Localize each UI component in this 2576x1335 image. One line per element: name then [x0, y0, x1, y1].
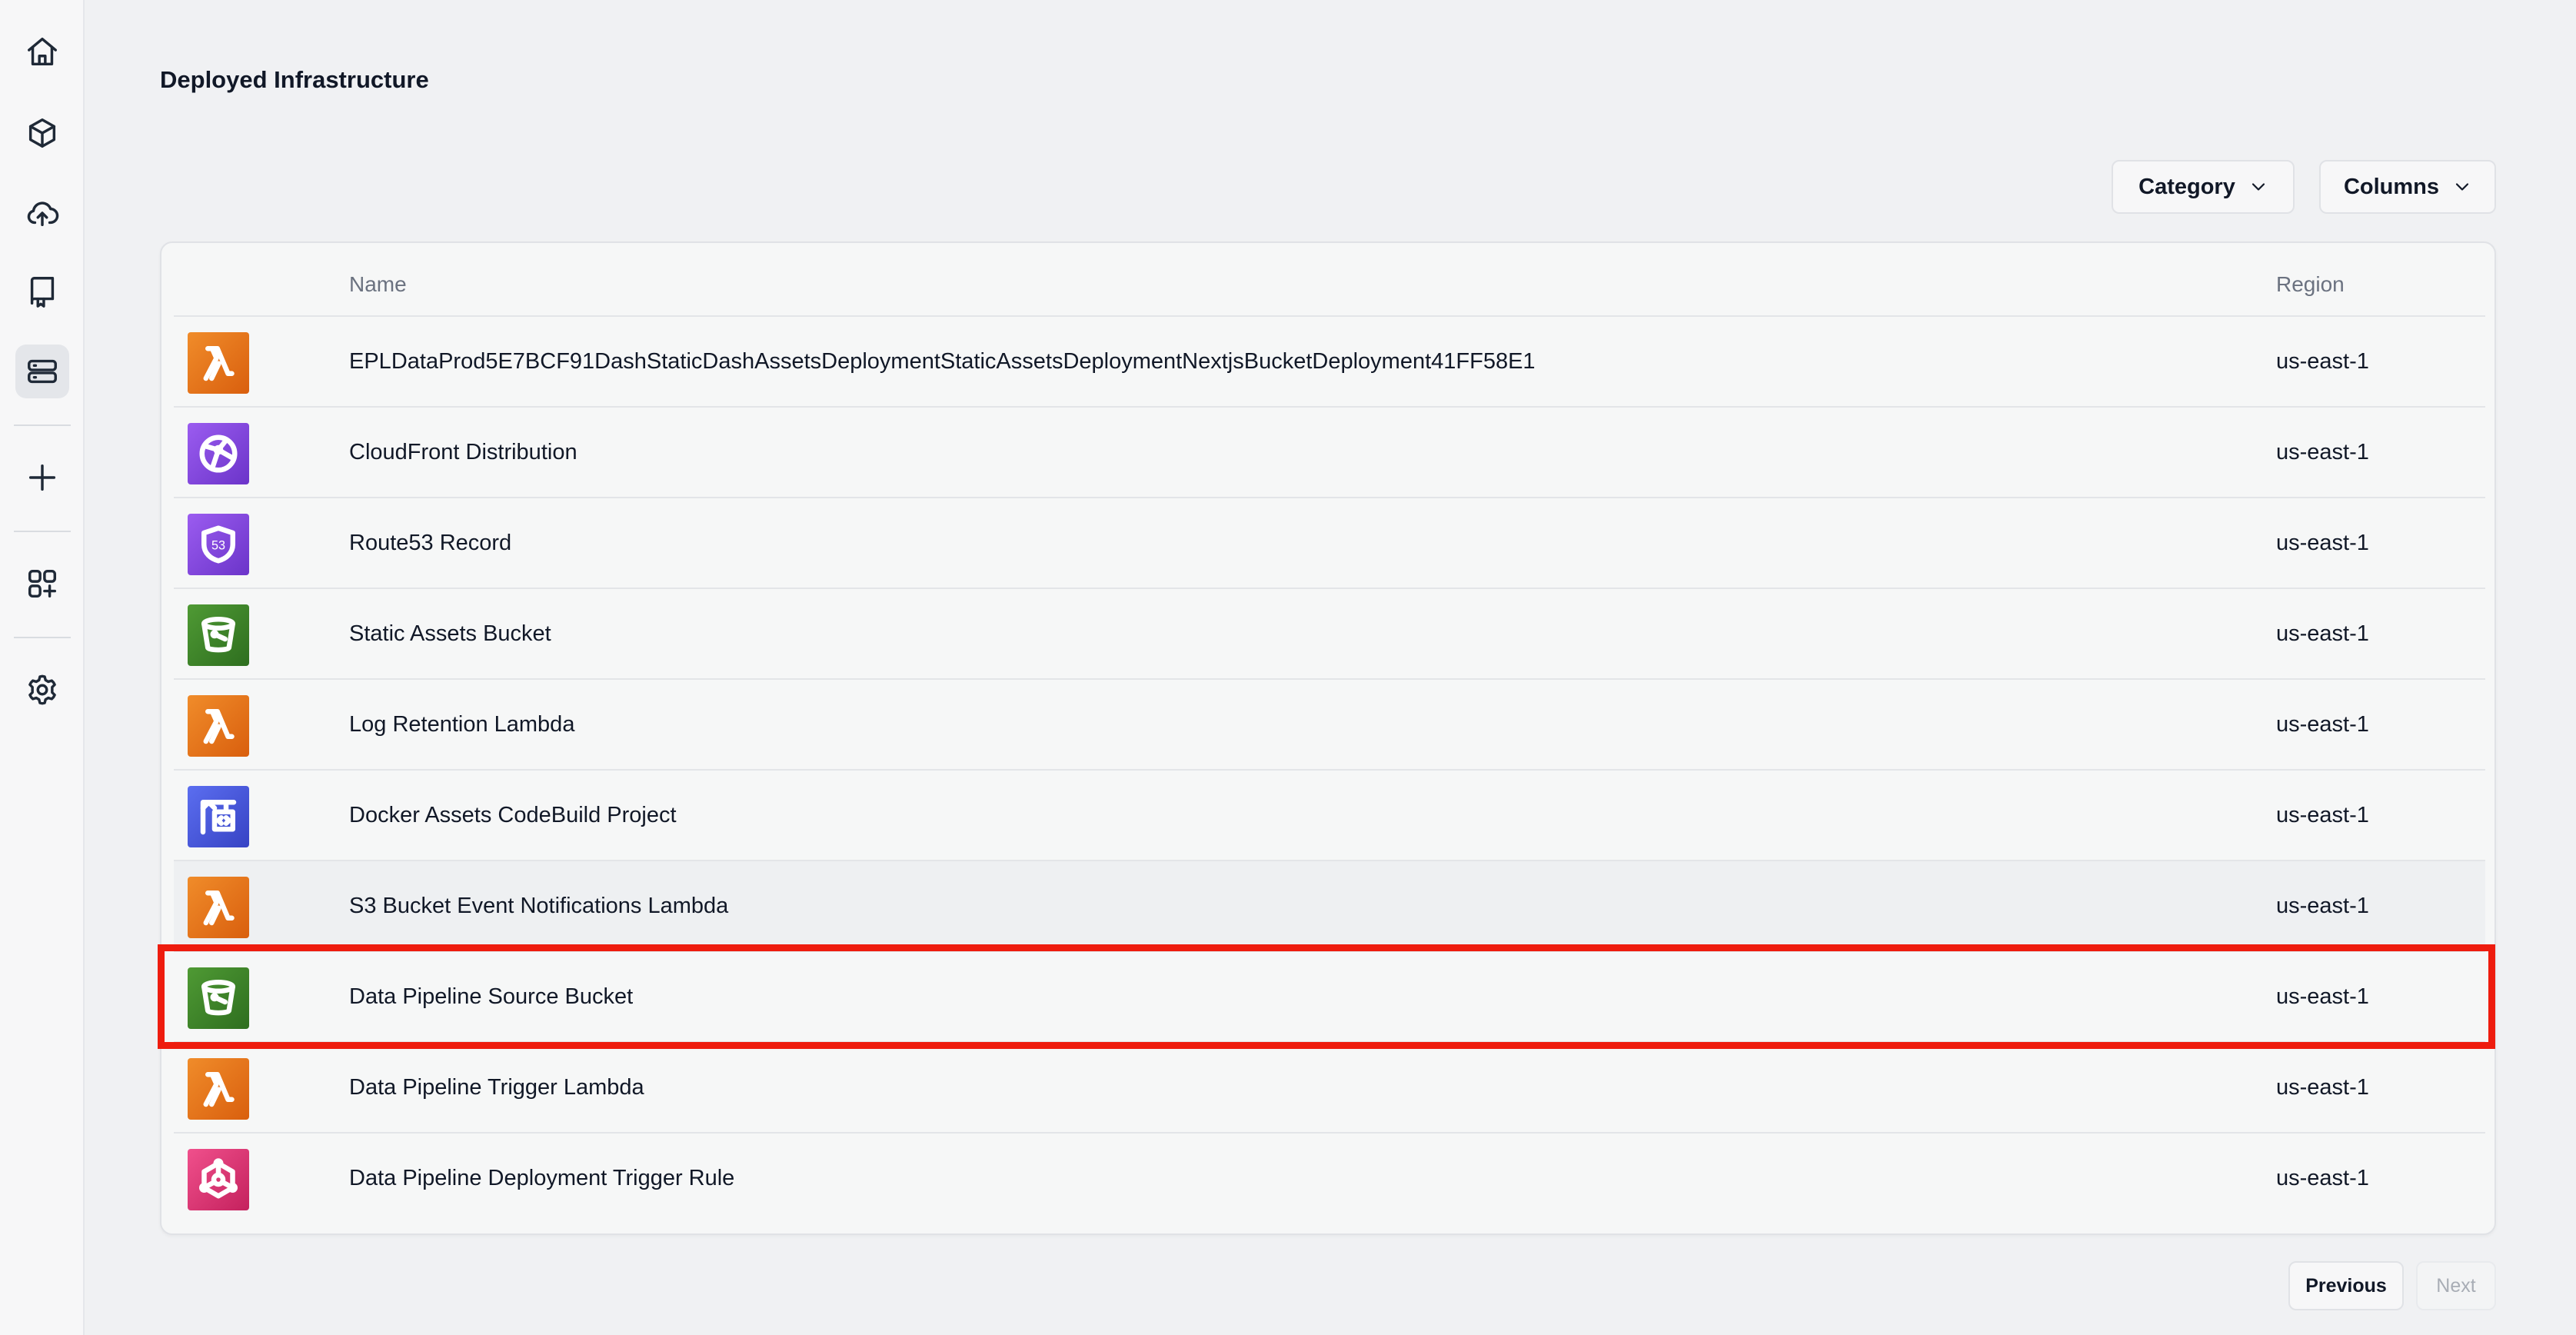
sidebar-item-settings[interactable] [15, 663, 69, 717]
resource-region: us-east-1 [2276, 712, 2369, 737]
resource-name: Data Pipeline Deployment Trigger Rule [349, 1166, 735, 1190]
table-row[interactable]: S3 Bucket Event Notifications Lambda us-… [174, 861, 2485, 952]
table-row[interactable]: Docker Assets CodeBuild Project us-east-… [174, 771, 2485, 861]
resource-region: us-east-1 [2276, 894, 2369, 918]
aws-s3-bucket-icon [188, 967, 249, 1029]
sidebar-item-docs[interactable] [15, 265, 69, 318]
home-icon [28, 37, 57, 66]
table-row[interactable]: EPLDataProd5E7BCF91DashStaticDashAssetsD… [174, 317, 2485, 408]
column-header-name[interactable]: Name [349, 272, 407, 297]
table-row-highlighted[interactable]: Data Pipeline Source Bucket us-east-1 [174, 952, 2485, 1043]
sidebar-divider [14, 424, 71, 426]
category-filter-button[interactable]: Category [2112, 160, 2295, 214]
sidebar-divider [14, 531, 71, 532]
resource-name: Static Assets Bucket [349, 621, 551, 646]
resource-region: us-east-1 [2276, 531, 2369, 555]
resource-region: us-east-1 [2276, 349, 2369, 374]
columns-button[interactable]: Columns [2319, 160, 2496, 214]
bookmark-book-icon [30, 277, 55, 308]
table-row[interactable]: Static Assets Bucket us-east-1 [174, 589, 2485, 680]
apps-add-icon [28, 569, 57, 598]
aws-s3-bucket-icon [188, 604, 249, 666]
resources-table: Name Region EPLDataProd5E7BCF91DashStati… [160, 241, 2496, 1235]
aws-eventbridge-icon [188, 1149, 249, 1210]
resource-name: EPLDataProd5E7BCF91DashStaticDashAssetsD… [349, 349, 1536, 374]
resource-region: us-east-1 [2276, 803, 2369, 827]
resource-region: us-east-1 [2276, 440, 2369, 464]
aws-lambda-icon [188, 695, 249, 757]
category-filter-label: Category [2138, 174, 2235, 199]
sidebar-item-add[interactable] [15, 451, 69, 504]
next-page-button[interactable]: Next [2416, 1261, 2496, 1310]
app-window: Deployed Infrastructure Category Columns… [0, 0, 2576, 1335]
page-title: Deployed Infrastructure [160, 66, 429, 93]
previous-page-button[interactable]: Previous [2288, 1261, 2404, 1310]
aws-cloudfront-icon [188, 423, 249, 484]
aws-lambda-icon [188, 332, 249, 394]
gear-icon [28, 674, 56, 705]
table-header: Name Region [174, 243, 2485, 317]
resource-region: us-east-1 [2276, 1075, 2369, 1100]
aws-lambda-icon [188, 877, 249, 938]
sidebar-item-packages[interactable] [15, 106, 69, 160]
cube-icon [28, 118, 56, 148]
cloud-upload-icon [27, 201, 59, 227]
resource-region: us-east-1 [2276, 1166, 2369, 1190]
resource-name: CloudFront Distribution [349, 440, 577, 464]
table-row[interactable]: Data Pipeline Trigger Lambda us-east-1 [174, 1043, 2485, 1134]
resource-name: Data Pipeline Trigger Lambda [349, 1075, 644, 1100]
resource-name: Data Pipeline Source Bucket [349, 984, 634, 1009]
resource-name: Log Retention Lambda [349, 712, 575, 737]
database-icon [28, 359, 57, 384]
table-row[interactable]: CloudFront Distribution us-east-1 [174, 408, 2485, 498]
sidebar-item-deploy[interactable] [15, 186, 69, 240]
sidebar-item-integrations[interactable] [15, 557, 69, 611]
table-row[interactable]: Data Pipeline Deployment Trigger Rule us… [174, 1134, 2485, 1224]
resource-name: Route53 Record [349, 531, 512, 555]
chevron-down-icon [2455, 183, 2469, 191]
resource-region: us-east-1 [2276, 984, 2369, 1009]
sidebar-divider [14, 637, 71, 638]
aws-codebuild-icon [188, 786, 249, 847]
aws-lambda-icon [188, 1058, 249, 1120]
route53-icon-text: 53 [211, 538, 225, 552]
table-row[interactable]: 53 Route53 Record us-east-1 [174, 498, 2485, 589]
aws-route53-icon: 53 [188, 514, 249, 575]
table-row[interactable]: Log Retention Lambda us-east-1 [174, 680, 2485, 771]
plus-icon [28, 464, 56, 491]
chevron-down-icon [2252, 183, 2265, 191]
resource-name: S3 Bucket Event Notifications Lambda [349, 894, 729, 918]
resource-region: us-east-1 [2276, 621, 2369, 646]
sidebar-item-home[interactable] [15, 25, 69, 78]
sidebar [0, 0, 85, 1335]
columns-label: Columns [2343, 174, 2440, 199]
resource-name: Docker Assets CodeBuild Project [349, 803, 677, 827]
column-header-region[interactable]: Region [2276, 272, 2345, 297]
sidebar-item-infrastructure[interactable] [15, 345, 69, 398]
